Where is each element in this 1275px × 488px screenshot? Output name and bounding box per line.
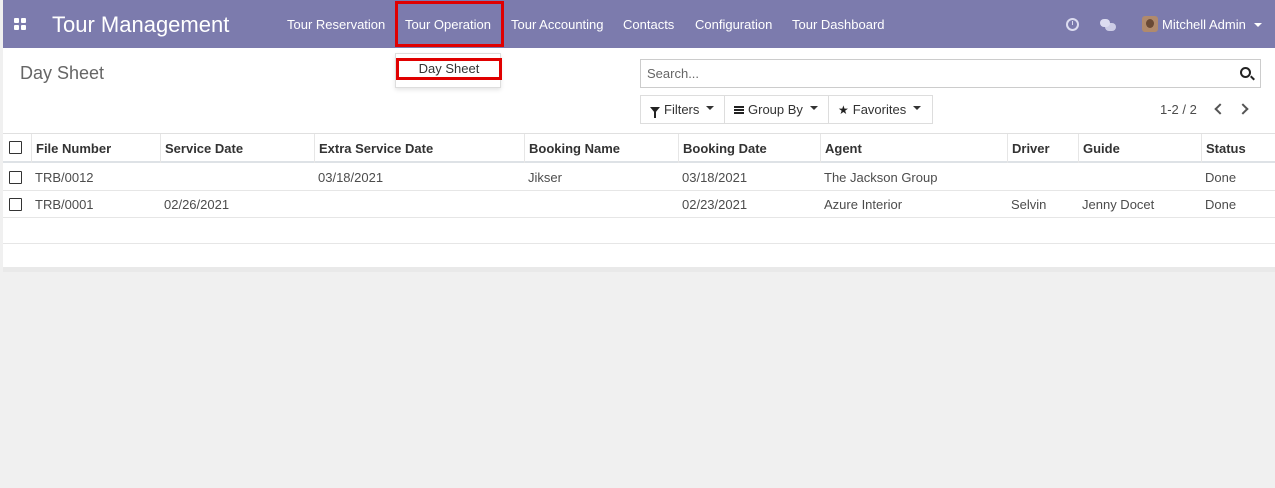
cell-status: Done (1205, 197, 1237, 212)
search-box (640, 59, 1261, 88)
cell-file-number: TRB/0012 (35, 170, 94, 185)
list-view: File Number Service Date Extra Service D… (3, 134, 1275, 272)
cell-status: Done (1205, 170, 1237, 185)
top-navbar: Tour Management Tour Reservation Tour Op… (3, 0, 1275, 48)
empty-row (3, 244, 1275, 270)
table-row[interactable]: TRB/0001 02/26/2021 02/23/2021 Azure Int… (3, 191, 1275, 218)
cell-guide: Jenny Docet (1082, 197, 1155, 212)
column-header-booking-name[interactable]: Booking Name (524, 134, 678, 163)
menu-tour-reservation[interactable]: Tour Reservation (287, 17, 385, 32)
menu-configuration[interactable]: Configuration (695, 17, 772, 32)
dropdown-item-day-sheet[interactable]: Day Sheet (396, 58, 502, 80)
cell-agent: The Jackson Group (824, 170, 938, 185)
row-checkbox[interactable] (9, 198, 22, 211)
menu-tour-dashboard[interactable]: Tour Dashboard (792, 17, 885, 32)
favorites-button[interactable]: ★ Favorites (828, 95, 933, 124)
cell-extra-service-date: 03/18/2021 (318, 170, 384, 185)
chat-icon[interactable] (1100, 19, 1116, 31)
pager-value[interactable]: 1-2 / 2 (1160, 102, 1197, 117)
group-by-button[interactable]: Group By (724, 95, 829, 124)
column-header-driver[interactable]: Driver (1007, 134, 1078, 163)
chevron-down-icon (809, 105, 818, 110)
row-checkbox[interactable] (9, 171, 22, 184)
cell-file-number: TRB/0001 (35, 197, 94, 212)
chevron-down-icon (706, 105, 715, 110)
cell-driver: Selvin (1011, 197, 1047, 212)
clock-icon[interactable] (1066, 18, 1079, 31)
column-header-extra-service-date[interactable]: Extra Service Date (314, 134, 524, 163)
tour-operation-dropdown: Day Sheet (395, 53, 502, 88)
cell-booking-date: 03/18/2021 (682, 170, 748, 185)
search-input[interactable] (641, 60, 1231, 87)
empty-row (3, 218, 1275, 244)
column-header-status[interactable]: Status (1201, 134, 1275, 163)
avatar[interactable] (1142, 16, 1158, 32)
menu-highlight-box (395, 1, 504, 47)
user-menu-name[interactable]: Mitchell Admin (1162, 17, 1246, 32)
filter-icon (650, 106, 660, 118)
menu-tour-accounting[interactable]: Tour Accounting (511, 17, 604, 32)
menu-contacts[interactable]: Contacts (623, 17, 674, 32)
bars-icon (734, 105, 744, 114)
apps-menu-icon[interactable] (14, 18, 26, 30)
select-all-checkbox[interactable] (9, 141, 22, 154)
star-icon: ★ (838, 102, 849, 117)
column-header-booking-date[interactable]: Booking Date (678, 134, 820, 163)
chevron-down-icon (913, 105, 922, 110)
table-header: File Number Service Date Extra Service D… (3, 134, 1275, 163)
cell-agent: Azure Interior (824, 197, 903, 212)
group-by-label: Group By (748, 102, 803, 117)
column-header-service-date[interactable]: Service Date (160, 134, 314, 163)
user-menu-chevron-down-icon[interactable] (1254, 23, 1262, 27)
app-title[interactable]: Tour Management (52, 12, 229, 38)
search-icon[interactable] (1240, 67, 1251, 78)
column-header-agent[interactable]: Agent (820, 134, 1007, 163)
cell-booking-date: 02/23/2021 (682, 197, 748, 212)
column-header-guide[interactable]: Guide (1078, 134, 1201, 163)
cell-booking-name: Jikser (528, 170, 562, 185)
breadcrumb: Day Sheet (20, 63, 105, 83)
pager-previous-icon[interactable] (1214, 103, 1226, 115)
control-panel: Day Sheet Filters Group By ★ Favorites 1… (3, 48, 1275, 134)
pager-next-icon[interactable] (1237, 103, 1249, 115)
favorites-label: Favorites (852, 102, 907, 117)
cell-service-date: 02/26/2021 (164, 197, 230, 212)
column-header-file-number[interactable]: File Number (31, 134, 160, 163)
filters-label: Filters (664, 102, 700, 117)
table-row[interactable]: TRB/0012 03/18/2021 Jikser 03/18/2021 Th… (3, 164, 1275, 191)
filters-button[interactable]: Filters (640, 95, 725, 124)
